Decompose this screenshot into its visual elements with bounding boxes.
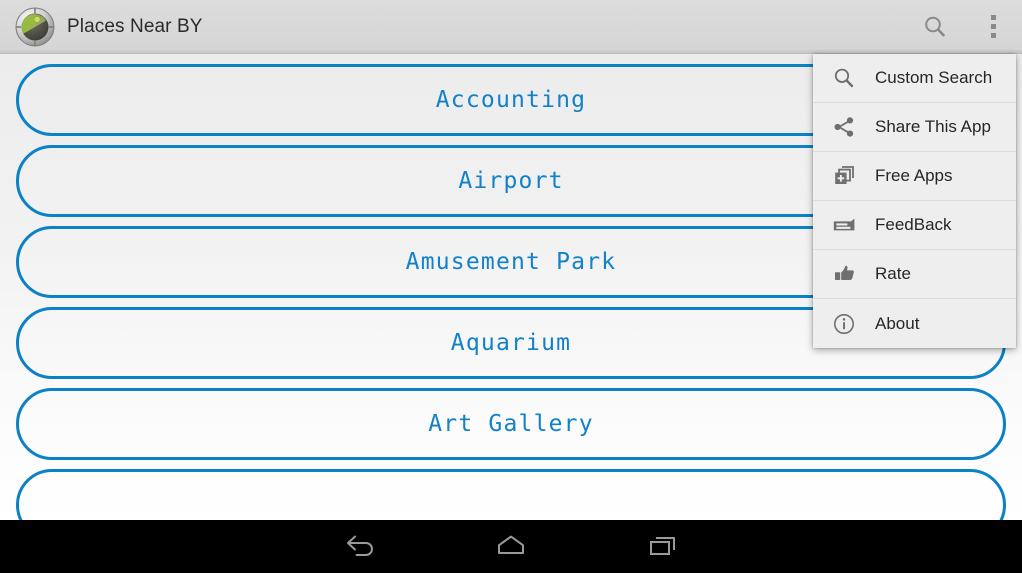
action-bar: Places Near BY [0,0,1022,54]
add-apps-icon [831,163,857,189]
search-button[interactable] [906,0,964,54]
app-screen: Places Near BY Accounting Airport Amusem… [0,0,1022,573]
nav-home-button[interactable] [483,525,539,569]
menu-item-label: Rate [875,264,911,283]
menu-item-label: Free Apps [875,166,953,185]
nav-recents-button[interactable] [634,525,690,569]
place-category-label: Airport [458,168,564,194]
system-navigation-bar [0,520,1022,573]
nav-back-button[interactable] [332,525,388,569]
menu-item-feedback[interactable]: FeedBack [813,201,1016,250]
menu-item-rate[interactable]: Rate [813,250,1016,299]
place-category-button[interactable]: Art Gallery [16,388,1006,460]
menu-item-share-this-app[interactable]: Share This App [813,103,1016,152]
radar-app-icon [15,7,55,47]
place-category-label: Amusement Park [405,249,617,275]
search-icon [831,65,857,91]
home-icon [498,535,524,554]
place-category-button[interactable] [16,469,1006,520]
place-category-label: Accounting [435,87,587,113]
menu-item-about[interactable]: About [813,299,1016,348]
menu-item-free-apps[interactable]: Free Apps [813,152,1016,201]
menu-item-label: FeedBack [875,215,952,234]
feedback-card-icon [831,212,857,238]
app-title: Places Near BY [67,15,203,37]
menu-item-label: Custom Search [875,68,993,87]
menu-item-label: Share This App [875,117,991,136]
share-icon [831,114,857,140]
menu-item-custom-search[interactable]: Custom Search [813,54,1016,103]
overflow-menu-popup[interactable]: Custom Search Share This App Free Apps F… [813,54,1016,348]
info-icon [831,311,857,337]
menu-item-label: About [875,313,920,333]
search-icon [925,16,945,37]
thumbs-up-icon [831,261,857,287]
place-category-label: Aquarium [450,330,572,356]
overflow-menu-button[interactable] [964,0,1022,54]
place-category-label: Art Gallery [428,411,594,437]
overflow-menu-icon [990,15,997,38]
recents-icon [650,536,675,555]
back-arrow-icon [347,535,373,556]
